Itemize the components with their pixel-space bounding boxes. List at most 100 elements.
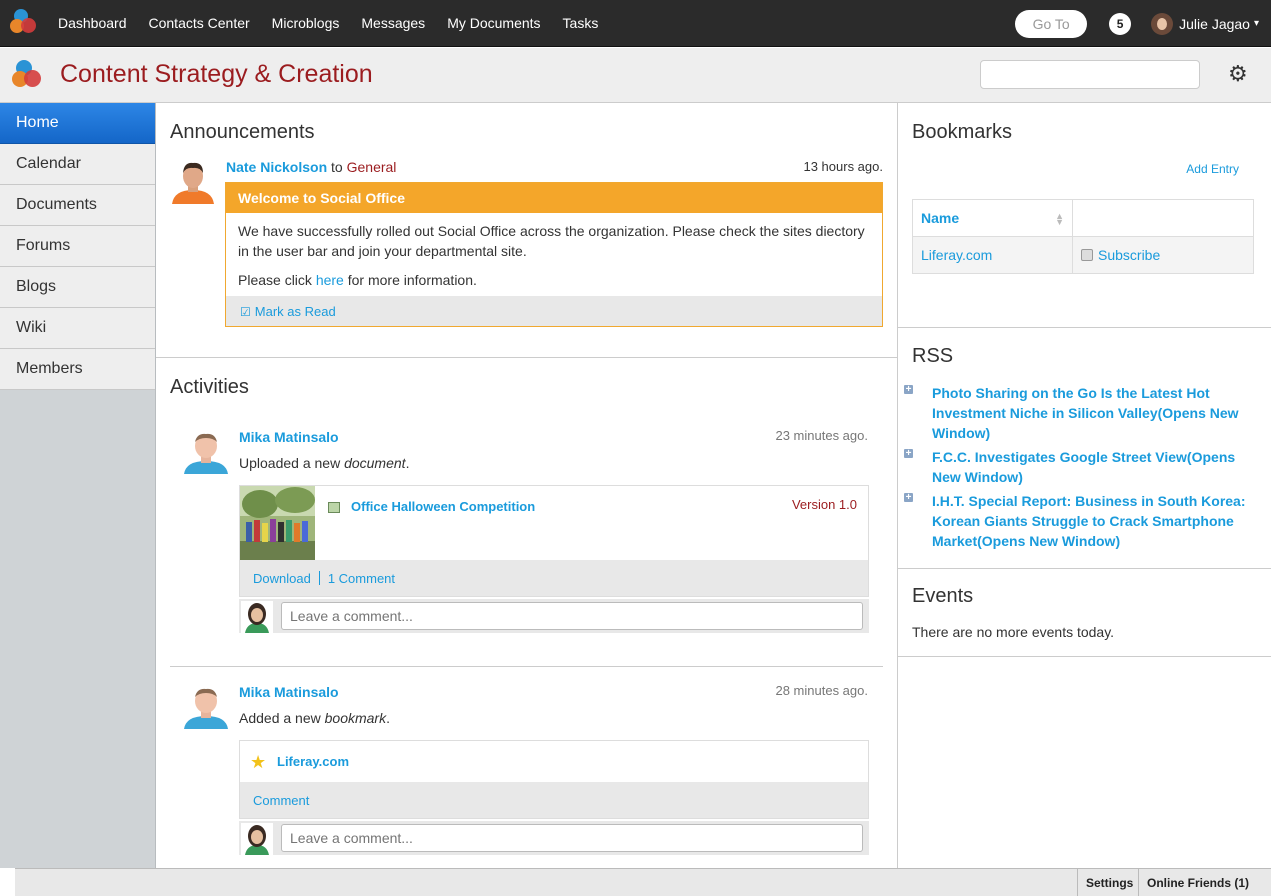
comment-row (239, 821, 869, 855)
events-empty-message: There are no more events today. (912, 624, 1115, 640)
activity-text: Added a new (239, 710, 325, 726)
subscribe-icon (1081, 249, 1093, 261)
settings-button[interactable]: Settings (1077, 869, 1141, 896)
rss-link[interactable]: I.H.T. Special Report: Business in South… (932, 493, 1246, 549)
comment-row (239, 599, 869, 633)
divider (170, 666, 883, 667)
site-title: Content Strategy & Creation (60, 60, 373, 88)
online-friends-button[interactable]: Online Friends (1) (1138, 869, 1257, 896)
commenter-avatar (241, 601, 273, 633)
star-icon: ★ (250, 752, 267, 772)
nav-wiki[interactable]: Wiki (0, 308, 155, 349)
activity-author-avatar (183, 683, 229, 729)
comment-input[interactable] (281, 602, 863, 630)
comment-input[interactable] (281, 824, 863, 852)
announcements-title: Announcements (170, 121, 315, 143)
activity-time: 28 minutes ago. (775, 683, 868, 698)
subscribe-label: Subscribe (1098, 247, 1161, 263)
nav-documents[interactable]: Documents (0, 185, 155, 226)
separator (318, 571, 320, 585)
notification-badge[interactable]: 5 (1109, 12, 1132, 35)
action-column-header (1072, 199, 1254, 237)
activity-author-link[interactable]: Mika Matinsalo (239, 684, 339, 700)
activity-description: Added a new bookmark. (239, 710, 390, 726)
dockbar-nav: Dashboard Contacts Center Microblogs Mes… (58, 15, 620, 31)
activity-object-type: bookmark (324, 710, 387, 726)
mark-as-read-link[interactable]: ☑ Mark as Read (240, 304, 336, 319)
bookmark-title-link[interactable]: Liferay.com (277, 754, 349, 769)
activity-author-link[interactable]: Mika Matinsalo (239, 429, 339, 445)
bookmark-card: ★ Liferay.com Comment (239, 740, 869, 819)
announcement-here-link[interactable]: here (316, 272, 344, 288)
nav-my-documents[interactable]: My Documents (447, 15, 540, 31)
announcement-footer: ☑ Mark as Read (226, 296, 882, 326)
gear-icon[interactable]: ⚙ (1228, 63, 1248, 85)
announcement-to-label: to (331, 159, 343, 175)
bookmark-card-footer: Comment (240, 782, 868, 818)
announcement-meta: Nate Nickolson to General (226, 159, 396, 175)
image-file-icon (328, 502, 340, 513)
nav-members[interactable]: Members (0, 349, 155, 390)
bookmarks-title: Bookmarks (912, 121, 1013, 143)
nav-calendar[interactable]: Calendar (0, 144, 155, 185)
nav-dashboard[interactable]: Dashboard (58, 15, 127, 31)
divider (898, 327, 1271, 328)
bookmarks-table: Name ▲ ▼ Liferay.com Subscribe (912, 199, 1254, 274)
bottom-bar: Settings Online Friends (1) (15, 868, 1271, 896)
document-card: Office Halloween Competition Version 1.0… (239, 485, 869, 597)
activity-item: Mika Matinsalo 28 minutes ago. Added a n… (170, 683, 883, 863)
site-navigation: Home Calendar Documents Forums Blogs Wik… (0, 103, 156, 868)
table-row: Liferay.com Subscribe (912, 236, 1254, 274)
nav-microblogs[interactable]: Microblogs (272, 15, 340, 31)
nav-contacts-center[interactable]: Contacts Center (149, 15, 250, 31)
rss-title: RSS (912, 345, 954, 367)
expand-icon[interactable]: + (904, 385, 913, 395)
comments-link[interactable]: 1 Comment (328, 571, 395, 586)
bookmark-link[interactable]: Liferay.com (921, 247, 992, 263)
go-to-button[interactable]: Go To (1015, 9, 1088, 38)
bookmark-action-cell: Subscribe (1072, 236, 1254, 274)
rss-list: + Photo Sharing on the Go Is the Latest H… (904, 383, 1262, 555)
site-search-input[interactable] (980, 60, 1200, 89)
activity-description: Uploaded a new document. (239, 455, 409, 471)
nav-tasks[interactable]: Tasks (563, 15, 599, 31)
nav-blogs[interactable]: Blogs (0, 267, 155, 308)
announcement-text: for more information. (343, 272, 477, 288)
add-entry-link[interactable]: Add Entry (1186, 162, 1239, 176)
mark-as-read-label: Mark as Read (254, 303, 336, 319)
divider (898, 656, 1271, 657)
announcement-author-link[interactable]: Nate Nickolson (226, 159, 327, 175)
right-column: Bookmarks Add Entry Name ▲ ▼ Liferay.com … (898, 103, 1271, 868)
announcement-box: Welcome to Social Office We have success… (225, 182, 883, 327)
liferay-logo[interactable] (10, 9, 38, 37)
site-logo (12, 60, 42, 90)
site-header: Content Strategy & Creation ⚙ (0, 48, 1271, 103)
rss-link[interactable]: Photo Sharing on the Go Is the Latest Ho… (932, 385, 1239, 441)
document-card-footer: Download 1 Comment (240, 560, 868, 596)
rss-item: + Photo Sharing on the Go Is the Latest H… (904, 383, 1262, 443)
download-link[interactable]: Download (253, 571, 311, 586)
nav-forums[interactable]: Forums (0, 226, 155, 267)
expand-icon[interactable]: + (904, 493, 913, 503)
user-menu[interactable]: Julie Jagao ▾ (1151, 12, 1259, 35)
activity-object-type: document (344, 455, 406, 471)
activity-text: . (405, 455, 410, 471)
dockbar-right: Go To 5 Julie Jagao ▾ (1015, 0, 1271, 47)
caret-down-icon: ▾ (1253, 18, 1259, 29)
user-avatar (1151, 12, 1174, 35)
announcement-scope: General (346, 159, 397, 175)
comment-link[interactable]: Comment (253, 793, 309, 808)
sort-down-icon: ▼ (1055, 217, 1064, 227)
commenter-avatar (241, 823, 273, 855)
name-column-header[interactable]: Name ▲ ▼ (912, 199, 1073, 237)
expand-icon[interactable]: + (904, 449, 913, 459)
rss-link[interactable]: F.C.C. Investigates Google Street View(O… (932, 449, 1235, 485)
main-column: Announcements Nate Nickolson to General … (156, 103, 898, 868)
rss-item: + I.H.T. Special Report: Business in Sout… (904, 491, 1262, 551)
nav-home[interactable]: Home (0, 103, 155, 144)
subscribe-link[interactable]: Subscribe (1081, 247, 1160, 263)
nav-messages[interactable]: Messages (361, 15, 425, 31)
document-title-link[interactable]: Office Halloween Competition (351, 499, 535, 514)
announcement-time: 13 hours ago. (803, 159, 883, 174)
document-thumbnail[interactable] (240, 486, 315, 561)
